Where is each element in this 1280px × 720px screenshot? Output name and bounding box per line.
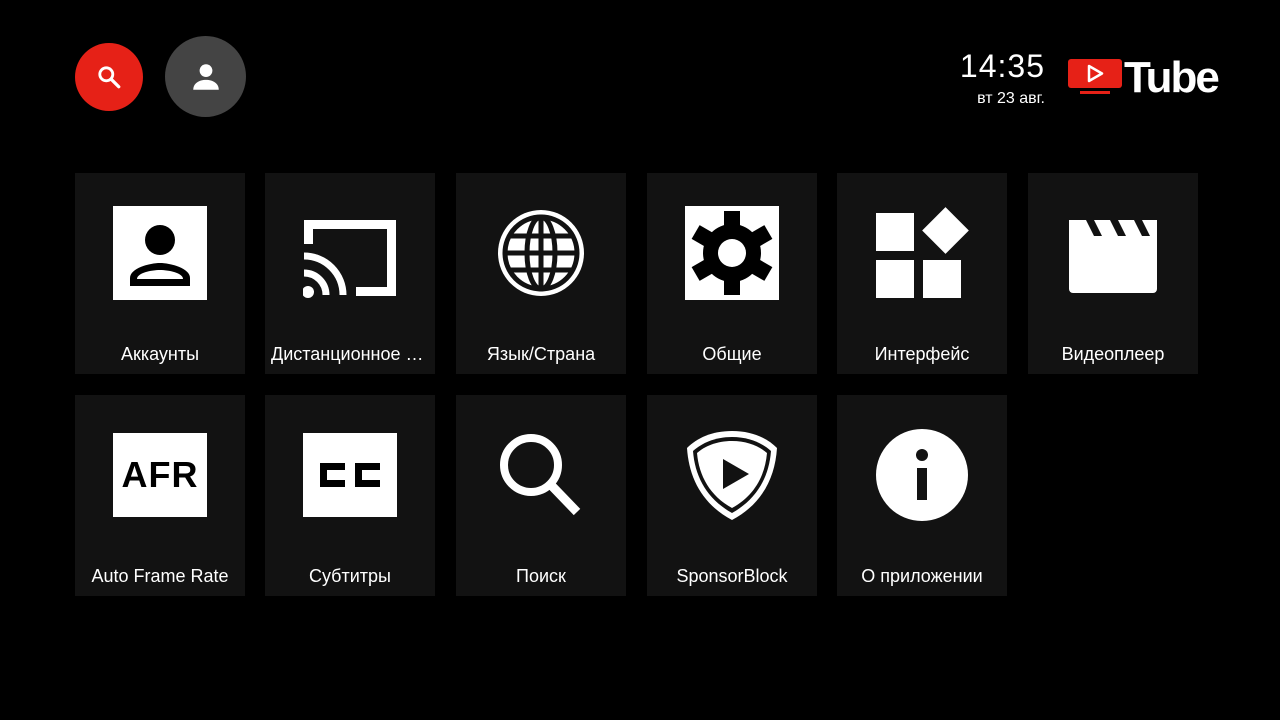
account-icon bbox=[113, 206, 207, 300]
tile-label: SponsorBlock bbox=[676, 566, 788, 586]
cast-icon bbox=[303, 220, 396, 298]
tile-label: Видеоплеер bbox=[1061, 344, 1165, 364]
clock-date: вт 23 авг. bbox=[977, 90, 1045, 107]
tile-label: Поиск bbox=[516, 566, 566, 586]
tile-subtitles[interactable]: Субтитры bbox=[265, 395, 435, 596]
clock: 14:35 вт 23 авг. bbox=[960, 48, 1045, 109]
clock-time: 14:35 bbox=[959, 48, 1045, 84]
gear-icon bbox=[685, 206, 779, 300]
tile-label: О приложении bbox=[861, 566, 983, 586]
globe-icon bbox=[498, 210, 584, 296]
tile-label: Общие bbox=[702, 344, 762, 364]
search-icon bbox=[500, 434, 581, 516]
afr-icon-text: AFR bbox=[121, 454, 199, 495]
tile-about[interactable]: О приложении bbox=[837, 395, 1007, 596]
closed-captions-icon bbox=[303, 433, 397, 517]
logo-wordmark: Tube bbox=[1124, 53, 1220, 102]
tile-label: Интерфейс bbox=[874, 344, 970, 364]
tile-auto-frame-rate[interactable]: AFR Auto Frame Rate bbox=[75, 395, 245, 596]
search-button[interactable] bbox=[75, 43, 143, 111]
clapperboard-icon bbox=[1069, 220, 1157, 293]
tile-interface[interactable]: Интерфейс bbox=[837, 173, 1007, 374]
tile-label: Субтитры bbox=[308, 566, 391, 586]
tile-label: Язык/Страна bbox=[486, 344, 596, 364]
tile-sponsorblock[interactable]: SponsorBlock bbox=[647, 395, 817, 596]
tile-language-country[interactable]: Язык/Страна bbox=[456, 173, 626, 374]
widgets-icon bbox=[876, 207, 969, 298]
youtube-play-logo-icon bbox=[1068, 59, 1122, 94]
shield-play-icon bbox=[687, 431, 777, 520]
person-icon bbox=[192, 63, 219, 90]
tile-label: Дистанционное управление bbox=[271, 344, 429, 364]
youtube-logo: Tube bbox=[1066, 54, 1220, 102]
search-icon bbox=[98, 66, 121, 89]
afr-icon: AFR bbox=[113, 433, 207, 517]
tile-remote-control[interactable]: Дистанционное управление bbox=[265, 173, 435, 374]
tile-accounts[interactable]: Аккаунты bbox=[75, 173, 245, 374]
tile-video-player[interactable]: Видеоплеер bbox=[1028, 173, 1198, 374]
tile-label: Аккаунты bbox=[120, 344, 200, 364]
tile-general[interactable]: Общие bbox=[647, 173, 817, 374]
account-button[interactable] bbox=[165, 36, 246, 117]
tile-search[interactable]: Поиск bbox=[456, 395, 626, 596]
info-icon bbox=[876, 429, 968, 521]
tile-label: Auto Frame Rate bbox=[91, 566, 229, 586]
